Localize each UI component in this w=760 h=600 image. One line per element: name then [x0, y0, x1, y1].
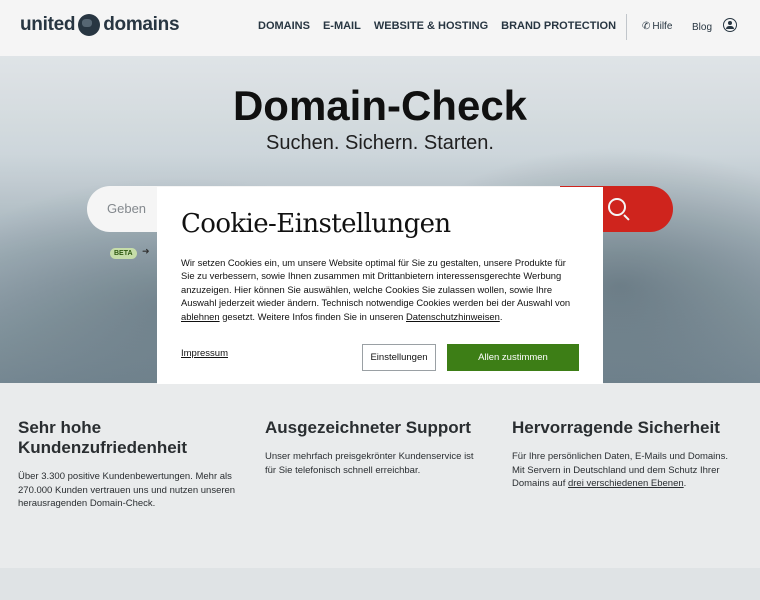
accept-all-button[interactable]: Allen zustimmen — [447, 344, 579, 371]
cookie-dialog-text: Wir setzen Cookies ein, um unsere Websit… — [181, 256, 581, 323]
cookie-text-part2: gesetzt. Weitere Infos finden Sie in uns… — [219, 310, 406, 322]
reject-link[interactable]: ablehnen — [181, 311, 220, 322]
cookie-text-part3: . — [499, 310, 503, 322]
cookie-dialog-title: Cookie-Einstellungen — [181, 209, 451, 239]
cookie-dialog: Cookie-Einstellungen Wir setzen Cookies … — [157, 187, 603, 384]
privacy-link[interactable]: Datenschutzhinweisen — [406, 311, 500, 322]
cookie-settings-button[interactable]: Einstellungen — [362, 344, 436, 371]
impressum-link[interactable]: Impressum — [181, 348, 228, 359]
cookie-text-part1: Wir setzen Cookies ein, um unsere Websit… — [181, 257, 571, 309]
